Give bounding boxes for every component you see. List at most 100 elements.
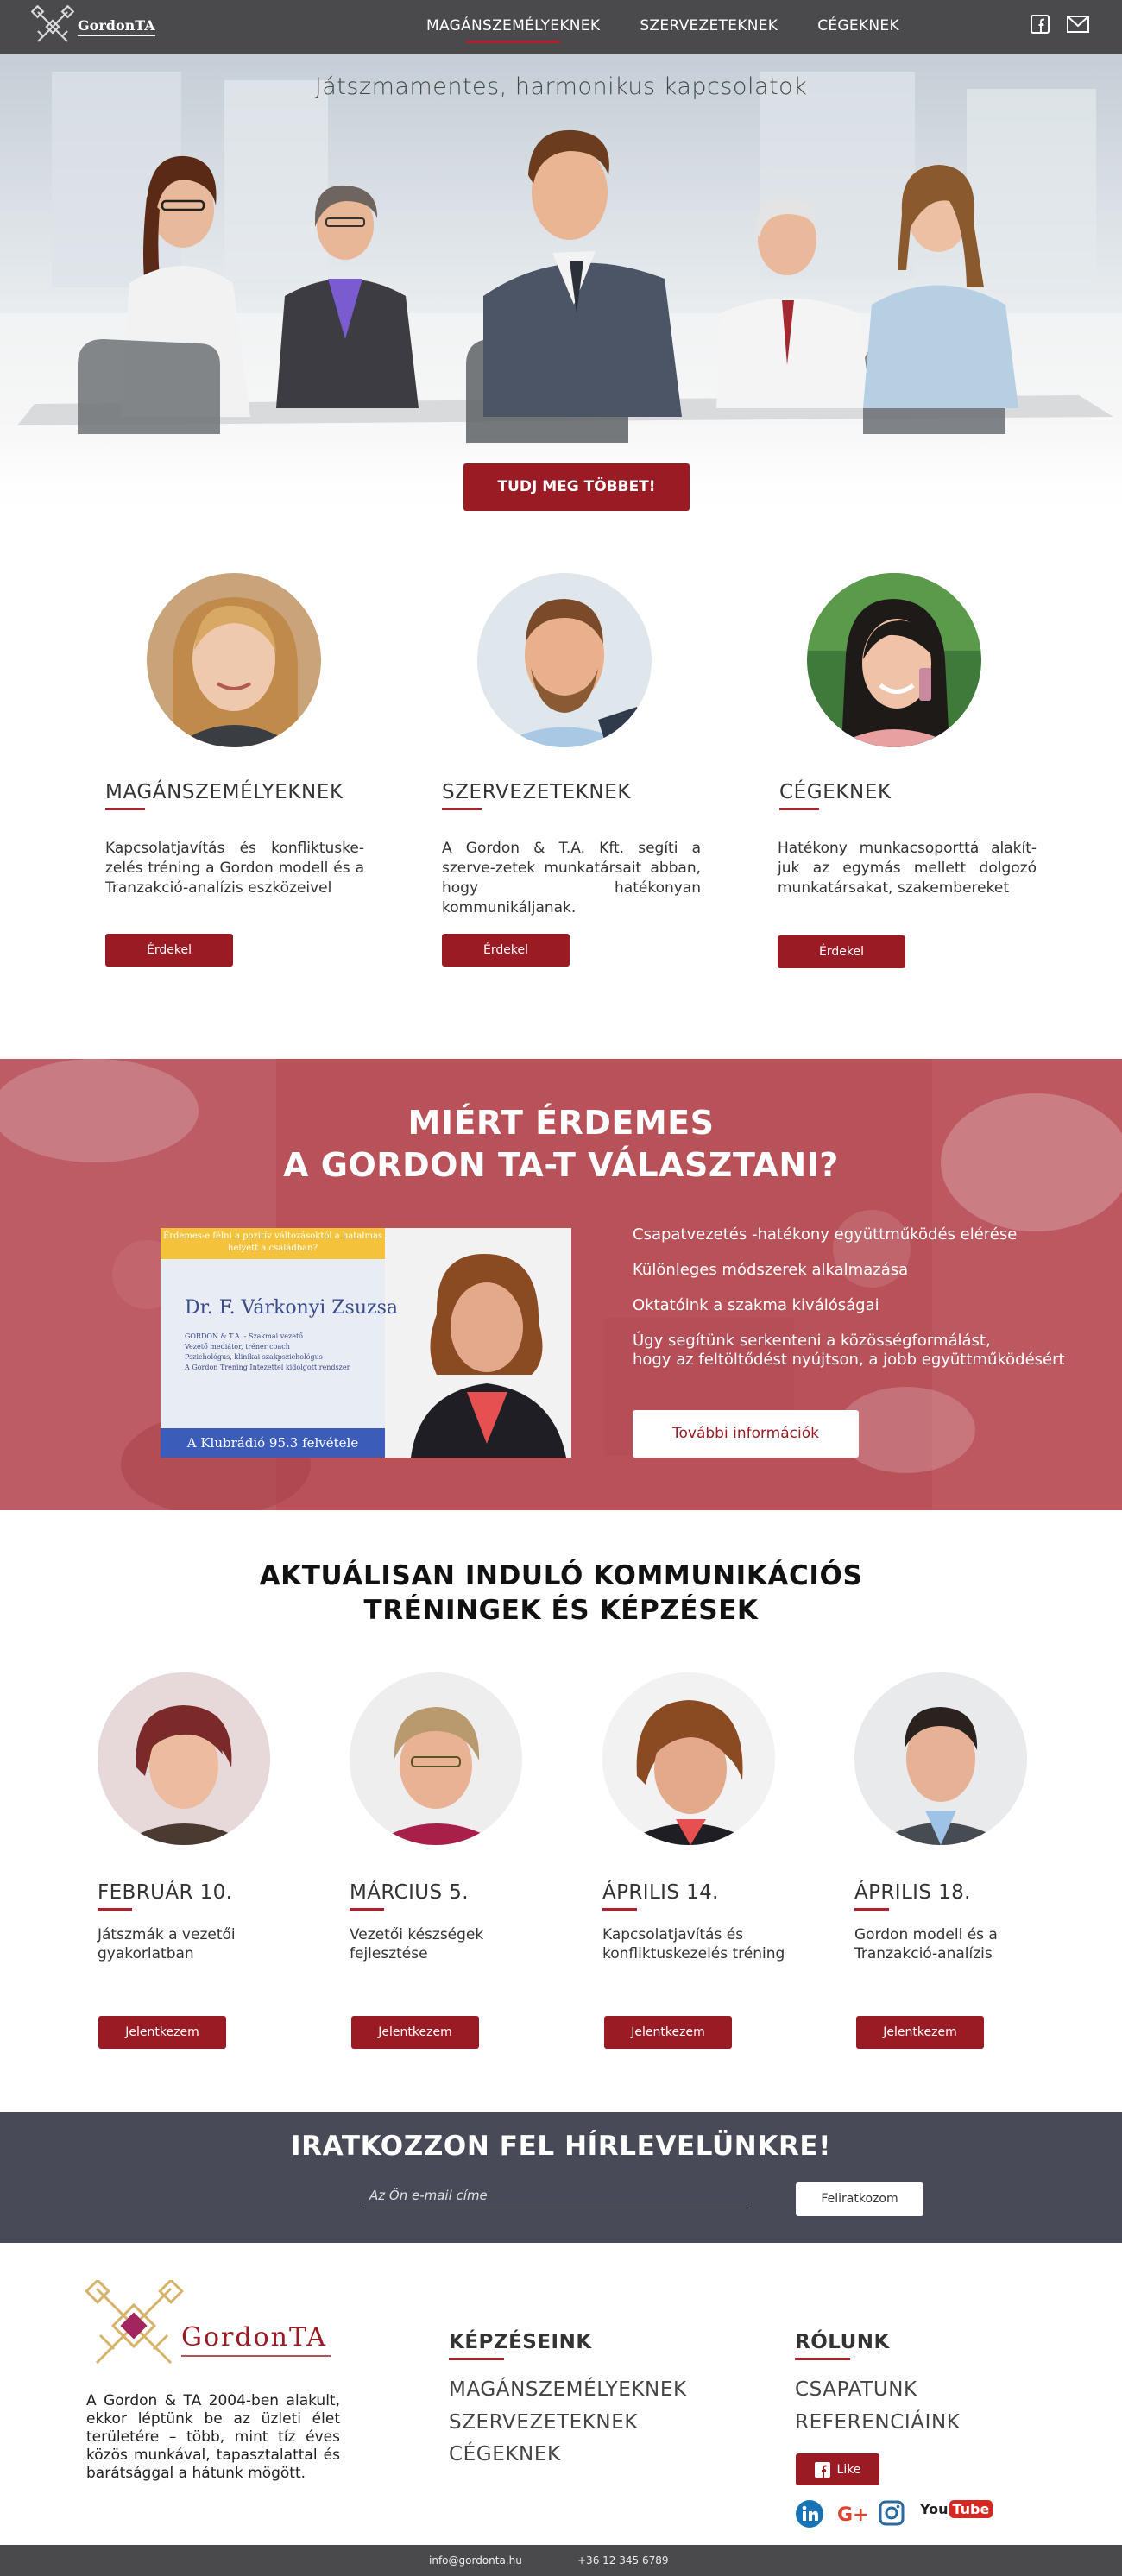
- like-label: Like: [836, 2462, 861, 2477]
- service-underline: [442, 808, 482, 810]
- training-signup-button[interactable]: Jelentkezem: [856, 2016, 984, 2049]
- nav-link-cegeknek[interactable]: CÉGEKNEK: [817, 17, 899, 35]
- youtube-icon[interactable]: You Tube: [920, 2500, 993, 2518]
- why-section: MIÉRT ÉRDEMES A GORDON TA-T VÁLASZTANI? …: [0, 1059, 1122, 1510]
- logo[interactable]: GordonTA: [31, 5, 155, 48]
- top-navbar: GordonTA MAGÁNSZEMÉLYEKNEK SZERVEZETEKNE…: [0, 0, 1122, 54]
- training-desc: Kapcsolatjavítás és konfliktuskezelés tr…: [602, 1926, 785, 1962]
- facebook-like-button[interactable]: Like: [796, 2453, 879, 2485]
- footer-phone[interactable]: +36 12 345 6789: [577, 2554, 668, 2567]
- service-title-cegeknek: CÉGEKNEK: [779, 781, 892, 803]
- training-underline: [98, 1908, 132, 1911]
- training-photo: [854, 1672, 1027, 1845]
- service-photo-cegeknek: [807, 573, 981, 747]
- footer-underline: [795, 2358, 850, 2360]
- credential-line: Pszichológus, klinikai szakpszichológus: [185, 1353, 323, 1361]
- service-title-szervezeteknek: SZERVEZETEKNEK: [442, 781, 632, 803]
- footer-about-text: A Gordon & TA 2004-ben alakult, ekkor lé…: [86, 2392, 340, 2482]
- why-title-line2: A GORDON TA-T VÁLASZTANI?: [283, 1146, 839, 1184]
- hero-section: Játszmamentes, harmonikus kapcsolatok TU…: [0, 54, 1122, 525]
- training-signup-button[interactable]: Jelentkezem: [604, 2016, 732, 2049]
- subscribe-button[interactable]: Feliratkozom: [796, 2182, 923, 2216]
- newsletter-section: IRATKOZZON FEL HÍRLEVELÜNKRE! Feliratkoz…: [0, 2112, 1122, 2243]
- training-desc: Vezetői készségek fejlesztése: [350, 1926, 484, 1962]
- why-title-line1: MIÉRT ÉRDEMES: [407, 1104, 715, 1142]
- trainings-title-line2: TRÉNINGEK ÉS KÉPZÉSEK: [363, 1595, 759, 1626]
- logo-text: GordonTA: [78, 17, 155, 36]
- training-desc: Gordon modell és a Tranzakció-analízis: [854, 1926, 998, 1962]
- speaker-name: Dr. F. Várkonyi Zsuzsa: [185, 1297, 398, 1319]
- training-date: MÁRCIUS 5.: [350, 1881, 469, 1904]
- newsletter-title: IRATKOZZON FEL HÍRLEVELÜNKRE!: [291, 2131, 831, 2162]
- service-photo-szervezeteknek: [477, 573, 652, 747]
- service-desc-maganszemelyeknek: Kapcsolatjavítás és konfliktuske-zelés t…: [105, 840, 364, 897]
- thumbnail-footer: A Klubrádió 95.3 felvétele: [161, 1428, 385, 1458]
- service-underline: [105, 808, 145, 810]
- footer-link-szervezeteknek[interactable]: SZERVEZETEKNEK: [449, 2411, 638, 2434]
- speaker-credentials: GORDON & T.A. - Szakmai vezető Vezető me…: [185, 1332, 383, 1373]
- main-menu: MAGÁNSZEMÉLYEKNEK SZERVEZETEKNEK CÉGEKNE…: [426, 17, 899, 43]
- service-photo-maganszemelyeknek: [147, 573, 321, 747]
- why-title: MIÉRT ÉRDEMES A GORDON TA-T VÁLASZTANI?: [0, 1102, 1122, 1187]
- credential-line: GORDON & T.A. - Szakmai vezető: [185, 1332, 303, 1340]
- service-button-cegeknek[interactable]: Érdekel: [778, 935, 905, 968]
- training-date: ÁPRILIS 14.: [602, 1881, 719, 1904]
- footer-logo[interactable]: GordonTA: [85, 2278, 335, 2378]
- more-info-button[interactable]: További információk: [633, 1410, 859, 1458]
- trainings-title-line1: AKTUÁLISAN INDULÓ KOMMUNIKÁCIÓS: [259, 1560, 863, 1591]
- hero-team-photo: [0, 54, 1122, 525]
- training-photo: [350, 1672, 522, 1845]
- nav-social: [1031, 15, 1089, 34]
- nav-link-maganszemelyeknek[interactable]: MAGÁNSZEMÉLYEKNEK: [426, 17, 600, 43]
- footer-link-maganszemelyeknek[interactable]: MAGÁNSZEMÉLYEKNEK: [449, 2378, 687, 2401]
- youtube-text-badge: Tube: [949, 2500, 993, 2518]
- training-photo: [602, 1672, 775, 1845]
- instagram-icon[interactable]: [879, 2500, 905, 2526]
- why-item: Különleges módszerek alkalmazása: [633, 1261, 909, 1279]
- training-signup-button[interactable]: Jelentkezem: [98, 2016, 226, 2049]
- google-plus-icon[interactable]: G+: [837, 2500, 867, 2528]
- training-underline: [854, 1908, 889, 1911]
- service-button-maganszemelyeknek[interactable]: Érdekel: [105, 934, 233, 967]
- footer-link-referenciaink[interactable]: REFERENCIÁINK: [795, 2411, 960, 2434]
- logo-keys-icon: [31, 5, 74, 42]
- footer-link-cegeknek[interactable]: CÉGEKNEK: [449, 2443, 561, 2466]
- nav-link-szervezeteknek[interactable]: SZERVEZETEKNEK: [640, 17, 778, 35]
- footer-trainings-title: KÉPZÉSEINK: [449, 2331, 592, 2353]
- klubradio-video-thumbnail[interactable]: Érdemes-e félni a pozitív változásoktól …: [161, 1228, 571, 1458]
- thumbnail-banner: Érdemes-e félni a pozitív változásoktól …: [161, 1228, 385, 1259]
- service-title-maganszemelyeknek: MAGÁNSZEMÉLYEKNEK: [105, 781, 344, 803]
- bottom-bar: info@gordonta.hu +36 12 345 6789: [0, 2545, 1122, 2576]
- why-item: Csapatvezetés -hatékony együttműködés el…: [633, 1225, 1018, 1244]
- credential-line: Vezető mediátor, tréner coach: [185, 1343, 290, 1351]
- service-button-szervezeteknek[interactable]: Érdekel: [442, 934, 570, 967]
- training-desc: Játszmák a vezetői gyakorlatban: [98, 1926, 236, 1962]
- hero-title: Játszmamentes, harmonikus kapcsolatok: [314, 73, 808, 100]
- training-date: ÁPRILIS 18.: [854, 1881, 971, 1904]
- footer-about-title: RÓLUNK: [795, 2331, 890, 2353]
- training-photo: [98, 1672, 270, 1845]
- service-desc-szervezeteknek: A Gordon & T.A. Kft. segíti a szerve-zet…: [442, 840, 701, 916]
- training-date: FEBRUÁR 10.: [98, 1881, 233, 1904]
- credential-line: A Gordon Tréning Intézettel kidolgott re…: [185, 1364, 350, 1371]
- footer-link-csapatunk[interactable]: CSAPATUNK: [795, 2378, 917, 2401]
- why-item: hogy az feltöltődést nyújtson, a jobb eg…: [633, 1351, 1065, 1369]
- footer-logo-text: GordonTA: [181, 2322, 327, 2352]
- trainings-title: AKTUÁLISAN INDULÓ KOMMUNIKÁCIÓS TRÉNINGE…: [0, 1559, 1122, 1628]
- footer-underline: [449, 2358, 504, 2360]
- facebook-icon: [814, 2461, 830, 2478]
- service-underline: [779, 808, 819, 810]
- training-signup-button[interactable]: Jelentkezem: [351, 2016, 479, 2049]
- email-input[interactable]: [364, 2182, 747, 2208]
- learn-more-button[interactable]: TUDJ MEG TÖBBET!: [463, 463, 690, 511]
- facebook-icon[interactable]: [1031, 15, 1050, 34]
- footer-email[interactable]: info@gordonta.hu: [429, 2554, 522, 2567]
- linkedin-icon[interactable]: [796, 2500, 823, 2528]
- why-item: Úgy segítünk serkenteni a közösségformál…: [633, 1332, 991, 1350]
- mail-icon[interactable]: [1067, 15, 1089, 34]
- training-underline: [350, 1908, 384, 1911]
- why-item: Oktatóink a szakma kiválóságai: [633, 1296, 879, 1314]
- why-list: Csapatvezetés -hatékony együttműködés el…: [633, 1225, 1065, 1386]
- svg-text:G+: G+: [837, 2504, 867, 2526]
- training-underline: [602, 1908, 637, 1911]
